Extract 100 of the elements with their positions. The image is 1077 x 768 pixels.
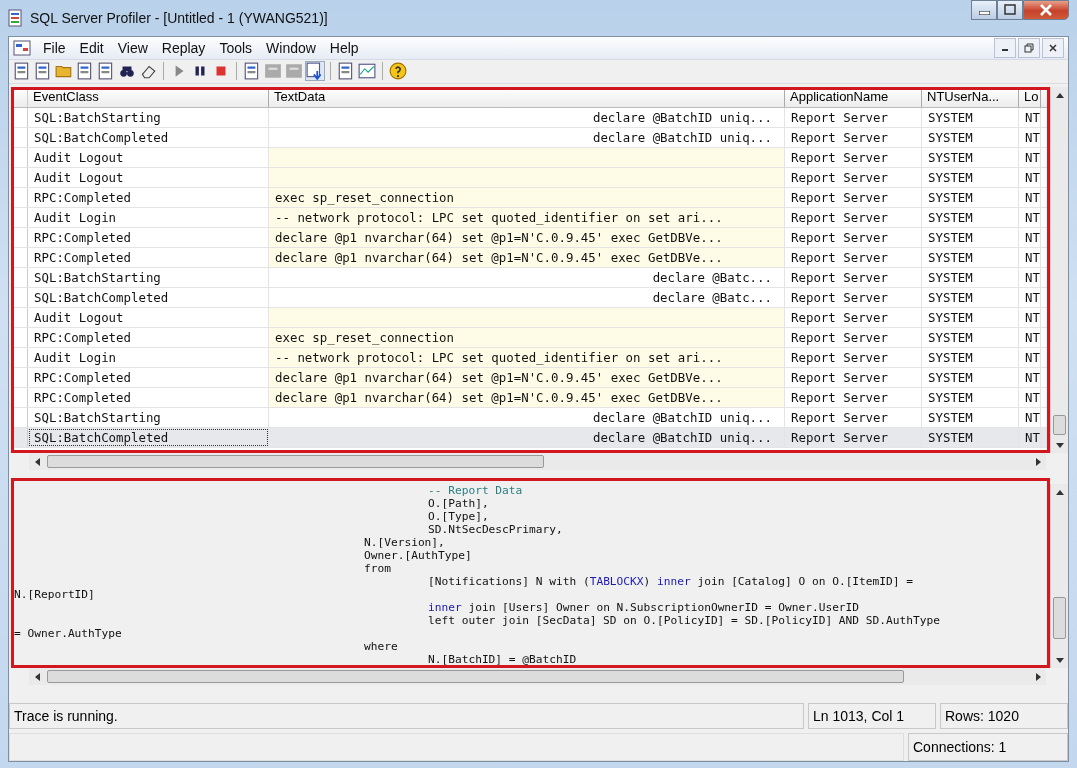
- minimize-button[interactable]: [994, 37, 1016, 58]
- table-cell: SYSTEM: [922, 308, 1019, 328]
- scroll-right-icon[interactable]: [1035, 457, 1041, 466]
- cursor-position: Ln 1013, Col 1: [808, 703, 936, 729]
- scroll-thumb[interactable]: [47, 670, 904, 683]
- table-row[interactable]: Audit Login -- network protocol: LPC set quoted_identifier on set ari... Report Server SYSTEM NT: [11, 208, 1050, 229]
- document-icon[interactable]: [97, 62, 115, 81]
- horizontal-scrollbar[interactable]: [29, 453, 1046, 471]
- scroll-right-icon[interactable]: [1035, 672, 1041, 681]
- table-row[interactable]: Audit Logout Report Server SYSTEM NT: [11, 148, 1050, 169]
- table-cell: NT: [1019, 168, 1041, 188]
- table-row[interactable]: Audit Logout Report Server SYSTEM NT: [11, 168, 1050, 189]
- table-cell: SYSTEM: [922, 388, 1019, 408]
- table-cell: NT: [1019, 388, 1041, 408]
- table-cell: SQL:BatchStarting: [28, 408, 269, 428]
- table-cell: -- network protocol: LPC set quoted_identifier on set ari...: [275, 350, 723, 366]
- menu-item[interactable]: View: [111, 38, 154, 57]
- table-cell: SYSTEM: [922, 368, 1019, 388]
- document-icon[interactable]: [243, 62, 261, 81]
- scroll-up-icon[interactable]: [1055, 489, 1064, 495]
- table-cell: NT: [1019, 228, 1041, 248]
- scroll-left-icon[interactable]: [34, 457, 40, 466]
- table-cell: SYSTEM: [922, 108, 1019, 128]
- vertical-scrollbar[interactable]: [1050, 87, 1068, 454]
- table-cell: NT: [1019, 108, 1041, 128]
- table-cell: SQL:BatchCompleted: [28, 428, 269, 448]
- scroll-down-icon[interactable]: [1055, 442, 1064, 448]
- column-header[interactable]: Lo: [1019, 87, 1041, 108]
- table-cell: Report Server: [785, 108, 922, 128]
- table-cell: SYSTEM: [922, 128, 1019, 148]
- menu-item[interactable]: Edit: [73, 38, 110, 57]
- scroll-thumb[interactable]: [1053, 415, 1066, 436]
- close-button[interactable]: [1042, 37, 1064, 58]
- table-row[interactable]: RPC:Completed declare @p1 nvarchar(64) set @p1=N'C.0.9.45' exec GetDBVe... Report Server SYSTEM NT: [11, 388, 1050, 409]
- code-line: inner join [Users] Owner on N.SubscriptionOwnerID = Owner.UserID: [427, 601, 861, 615]
- table-cell: Report Server: [785, 148, 922, 168]
- table-row[interactable]: RPC:Completed declare @p1 nvarchar(64) set @p1=N'C.0.9.45' exec GetDBVe... Report Server SYSTEM NT: [11, 248, 1050, 269]
- scroll-left-icon[interactable]: [34, 672, 40, 681]
- code-line: where: [363, 640, 399, 654]
- table-cell: Report Server: [785, 208, 922, 228]
- document-icon[interactable]: [34, 62, 52, 81]
- column-header[interactable]: NTUserNa...: [922, 87, 1019, 108]
- table-row[interactable]: RPC:Completed declare @p1 nvarchar(64) set @p1=N'C.0.9.45' exec GetDBVe... Report Server SYSTEM NT: [11, 228, 1050, 249]
- chart-icon[interactable]: [358, 62, 376, 81]
- table-cell: SYSTEM: [922, 268, 1019, 288]
- table-cell: SYSTEM: [922, 328, 1019, 348]
- table-cell: SYSTEM: [922, 288, 1019, 308]
- scroll-thumb[interactable]: [47, 455, 544, 469]
- menu-item[interactable]: Tools: [213, 38, 259, 57]
- menu-item[interactable]: Window: [260, 38, 322, 57]
- code-line: left outer join [SecData] SD on O.[PolicyID] = SD.[PolicyID] AND SD.AuthType: [427, 614, 941, 628]
- vertical-scrollbar[interactable]: [1050, 484, 1068, 668]
- code-line: = Owner.AuthType: [14, 627, 123, 641]
- document-icon[interactable]: [76, 62, 94, 81]
- table-cell: Report Server: [785, 248, 922, 268]
- help-icon[interactable]: [389, 62, 407, 81]
- scroll-up-icon[interactable]: [1055, 92, 1064, 98]
- table-row[interactable]: RPC:Completed exec sp_reset_connection Report Server SYSTEM NT: [11, 188, 1050, 209]
- document-icon[interactable]: [13, 62, 31, 81]
- column-header[interactable]: EventClass: [28, 87, 269, 108]
- table-cell: declare @BatchID uniq...: [592, 430, 772, 446]
- column-header[interactable]: ApplicationName: [785, 87, 922, 108]
- table-cell: SQL:BatchCompleted: [28, 288, 269, 308]
- table-row[interactable]: RPC:Completed exec sp_reset_connection Report Server SYSTEM NT: [11, 328, 1050, 349]
- table-cell: SQL:BatchCompleted: [28, 128, 269, 148]
- table-cell: SYSTEM: [922, 428, 1019, 448]
- code-line: [Notifications] N with (TABLOCKX) inner join [Catalog] O on O.[ItemID] =: [427, 575, 914, 589]
- horizontal-scrollbar[interactable]: [29, 668, 1046, 685]
- table-cell: exec sp_reset_connection: [275, 190, 455, 206]
- table-row[interactable]: SQL:BatchStarting declare @BatchID uniq... Report Server SYSTEM NT: [11, 108, 1050, 129]
- code-line: N.[ReportID]: [14, 588, 96, 602]
- table-row[interactable]: SQL:BatchCompleted declare @BatchID uniq... Report Server SYSTEM NT: [11, 428, 1050, 449]
- code-line: Owner.[AuthType]: [363, 549, 473, 563]
- table-cell: SYSTEM: [922, 148, 1019, 168]
- table-cell: SYSTEM: [922, 248, 1019, 268]
- menu-item[interactable]: Replay: [155, 38, 212, 57]
- table-cell: NT: [1019, 248, 1041, 268]
- table-cell: declare @Batc...: [652, 270, 772, 286]
- menu-item[interactable]: Help: [323, 38, 365, 57]
- restore-button[interactable]: [1018, 37, 1040, 58]
- connection-count: Connections: 1: [908, 733, 1068, 761]
- autoscroll-icon[interactable]: [306, 62, 324, 81]
- table-cell: NT: [1019, 348, 1041, 368]
- maximize-button[interactable]: [997, 0, 1023, 20]
- table-row[interactable]: SQL:BatchStarting declare @Batc... Report Server SYSTEM NT: [11, 268, 1050, 289]
- code-line: N.[BatchID] = @BatchID: [427, 653, 578, 667]
- scroll-thumb[interactable]: [1053, 597, 1066, 640]
- table-row[interactable]: RPC:Completed declare @p1 nvarchar(64) set @p1=N'C.0.9.45' exec GetDBVe... Report Server SYSTEM NT: [11, 368, 1050, 389]
- document-icon[interactable]: [13, 39, 31, 56]
- table-cell: Report Server: [785, 168, 922, 188]
- menu-item[interactable]: File: [37, 38, 72, 57]
- table-row[interactable]: Audit Logout Report Server SYSTEM NT: [11, 308, 1050, 329]
- column-header[interactable]: TextData: [269, 87, 785, 108]
- table-cell: declare @p1 nvarchar(64) set @p1=N'C.0.9.45' exec GetDBVe...: [275, 230, 723, 246]
- scroll-down-icon[interactable]: [1055, 657, 1064, 663]
- table-row[interactable]: Audit Login -- network protocol: LPC set quoted_identifier on set ari... Report Server SYSTEM NT: [11, 348, 1050, 369]
- table-cell: -- network protocol: LPC set quoted_identifier on set ari...: [275, 210, 723, 226]
- table-cell: Report Server: [785, 268, 922, 288]
- close-icon: [1048, 42, 1058, 53]
- document-icon[interactable]: [337, 62, 355, 81]
